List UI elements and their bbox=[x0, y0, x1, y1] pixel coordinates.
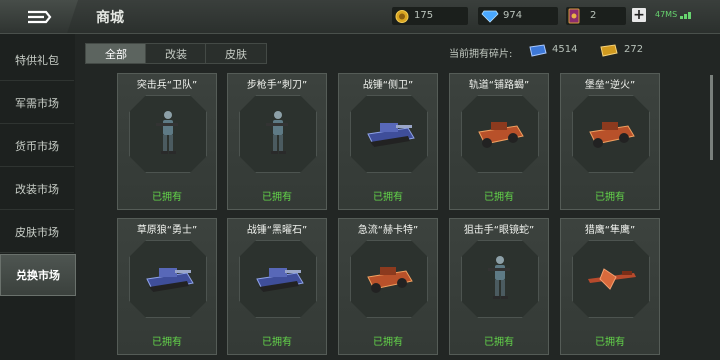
item-name: 急流“赫卡特” bbox=[357, 224, 419, 236]
item-image-frame bbox=[572, 95, 650, 173]
tab-label: 皮肤 bbox=[225, 47, 247, 61]
item-image-frame bbox=[350, 240, 428, 318]
gold-counter: 175 bbox=[392, 7, 468, 25]
tab-skins[interactable]: 皮肤 bbox=[205, 43, 267, 64]
aircraft-icon bbox=[584, 259, 638, 299]
sidebar-item-label: 货币市场 bbox=[15, 140, 59, 153]
card-amount: 2 bbox=[590, 10, 597, 21]
item-image-frame bbox=[572, 240, 650, 318]
tank-icon bbox=[362, 114, 416, 154]
item-card[interactable]: 草原狼“勇士” 已拥有 bbox=[117, 218, 217, 355]
card-counter: 2 bbox=[566, 7, 626, 25]
gold-coin-icon bbox=[395, 10, 409, 23]
ping-indicator: 47MS bbox=[655, 10, 694, 19]
item-name: 狙击手“眼镜蛇” bbox=[463, 224, 535, 236]
soldier-icon bbox=[480, 254, 520, 304]
item-card[interactable]: 突击兵“卫队” 已拥有 bbox=[117, 73, 217, 210]
sidebar-item-special-packs[interactable]: 特供礼包 bbox=[0, 40, 74, 81]
item-image-frame bbox=[461, 95, 539, 173]
sidebar-item-military-market[interactable]: 军需市场 bbox=[0, 83, 74, 124]
sidebar-item-exchange-market[interactable]: 兑换市场 bbox=[0, 254, 76, 296]
diamond-counter: 974 bbox=[478, 7, 558, 25]
item-card[interactable]: 急流“赫卡特” 已拥有 bbox=[338, 218, 438, 355]
sidebar-item-label: 特供礼包 bbox=[15, 54, 59, 67]
vehicle-icon bbox=[473, 114, 527, 154]
item-name: 堡垒“逆火” bbox=[584, 79, 636, 91]
blue-fragment-count: 4514 bbox=[552, 44, 578, 55]
item-card[interactable]: 轨道“铺路蝎” 已拥有 bbox=[449, 73, 549, 210]
item-image-frame bbox=[129, 240, 207, 318]
owned-status: 已拥有 bbox=[484, 192, 514, 203]
item-name: 草原狼“勇士” bbox=[136, 224, 198, 236]
item-card[interactable]: 步枪手“刺刀” 已拥有 bbox=[227, 73, 327, 210]
sidebar-item-skin-market[interactable]: 皮肤市场 bbox=[0, 212, 74, 253]
item-name: 猎鹰“隼鹰” bbox=[584, 224, 636, 236]
back-arrow-icon bbox=[28, 10, 52, 23]
sidebar-item-label: 兑换市场 bbox=[16, 269, 60, 282]
page-title: 商城 bbox=[96, 10, 124, 26]
owned-status: 已拥有 bbox=[262, 192, 292, 203]
diamond-icon bbox=[481, 10, 499, 23]
sidebar-item-currency-market[interactable]: 货币市场 bbox=[0, 126, 74, 167]
sidebar-item-label: 改装市场 bbox=[15, 183, 59, 196]
tab-all[interactable]: 全部 bbox=[85, 43, 147, 64]
item-name: 战锤“黑曜石” bbox=[246, 224, 308, 236]
scrollbar[interactable] bbox=[710, 75, 713, 160]
item-image-frame bbox=[461, 240, 539, 318]
item-image-frame bbox=[350, 95, 428, 173]
card-icon bbox=[568, 8, 580, 24]
item-card[interactable]: 狙击手“眼镜蛇” 已拥有 bbox=[449, 218, 549, 355]
owned-status: 已拥有 bbox=[595, 192, 625, 203]
diamond-amount: 974 bbox=[503, 10, 523, 21]
gold-amount: 175 bbox=[414, 10, 434, 21]
tab-mods[interactable]: 改装 bbox=[145, 43, 207, 64]
signal-icon bbox=[679, 12, 691, 19]
gold-fragment-count: 272 bbox=[624, 44, 644, 55]
item-name: 战锤“侧卫” bbox=[362, 79, 414, 91]
item-image-frame bbox=[129, 95, 207, 173]
item-image-frame bbox=[239, 240, 317, 318]
sidebar-item-mod-market[interactable]: 改装市场 bbox=[0, 169, 74, 210]
owned-status: 已拥有 bbox=[262, 337, 292, 348]
back-button[interactable] bbox=[0, 0, 78, 33]
item-card[interactable]: 猎鹰“隼鹰” 已拥有 bbox=[560, 218, 660, 355]
sidebar-item-label: 军需市场 bbox=[15, 97, 59, 110]
ping-value: 47MS bbox=[655, 10, 678, 19]
owned-status: 已拥有 bbox=[484, 337, 514, 348]
vehicle-icon bbox=[584, 114, 638, 154]
item-name: 轨道“铺路蝎” bbox=[468, 79, 530, 91]
top-bar: 商城 175 974 2 + 47MS bbox=[0, 0, 720, 34]
tank-icon bbox=[141, 259, 195, 299]
fragments-label: 当前拥有碎片: bbox=[449, 49, 513, 60]
gold-fragment-icon bbox=[600, 44, 618, 57]
item-name: 步枪手“刺刀” bbox=[246, 79, 308, 91]
owned-status: 已拥有 bbox=[373, 337, 403, 348]
tank-icon bbox=[251, 259, 305, 299]
item-card[interactable]: 战锤“黑曜石” 已拥有 bbox=[227, 218, 327, 355]
soldier-icon bbox=[148, 109, 188, 159]
blue-fragment-icon bbox=[529, 44, 547, 57]
item-image-frame bbox=[239, 95, 317, 173]
item-name: 突击兵“卫队” bbox=[136, 79, 198, 91]
add-button[interactable]: + bbox=[632, 8, 646, 22]
sidebar-item-label: 皮肤市场 bbox=[15, 226, 59, 239]
tab-label: 改装 bbox=[165, 47, 187, 61]
vehicle-icon bbox=[362, 259, 416, 299]
owned-status: 已拥有 bbox=[152, 192, 182, 203]
soldier-icon bbox=[258, 109, 298, 159]
owned-status: 已拥有 bbox=[373, 192, 403, 203]
owned-status: 已拥有 bbox=[595, 337, 625, 348]
tab-label: 全部 bbox=[105, 47, 127, 61]
owned-status: 已拥有 bbox=[152, 337, 182, 348]
sidebar: 特供礼包 军需市场 货币市场 改装市场 皮肤市场 兑换市场 bbox=[0, 34, 76, 360]
item-card[interactable]: 堡垒“逆火” 已拥有 bbox=[560, 73, 660, 210]
item-card[interactable]: 战锤“侧卫” 已拥有 bbox=[338, 73, 438, 210]
